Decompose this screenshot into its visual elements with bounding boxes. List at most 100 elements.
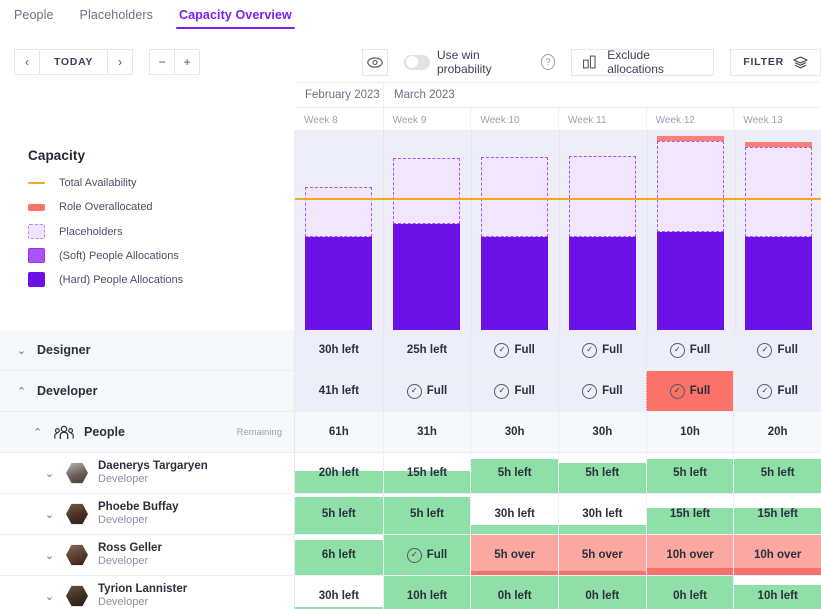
capacity-cell[interactable]: ✓ Full (733, 330, 821, 370)
check-icon: ✓ (406, 383, 422, 399)
cell-value: ✓ Full (494, 383, 535, 399)
remaining-cell[interactable]: 30h (558, 412, 646, 452)
chart-bar[interactable] (569, 130, 636, 330)
allocation-cell[interactable]: ✓ Full (382, 535, 471, 575)
people-group-row[interactable]: ⌃ People Remaining (0, 412, 294, 453)
total-availability-line (295, 198, 821, 201)
layers-icon (793, 55, 808, 68)
remaining-cell[interactable]: 61h (295, 412, 383, 452)
people-group-cells: 61h 31h 30h 30h 10h 20h (295, 412, 821, 453)
allocation-cell[interactable]: 5h left (733, 453, 821, 493)
allocation-cell[interactable]: 10h left (382, 576, 471, 609)
zoom-out-button[interactable]: − (149, 49, 176, 75)
allocation-cell[interactable]: 15h left (645, 494, 734, 534)
capacity-cell[interactable]: 41h left (295, 371, 383, 411)
cell-value: 61h (328, 426, 349, 438)
cell-overallocated-line (734, 568, 821, 575)
capacity-grid: 30h left 25h left ✓ Full ✓ Full ✓ Full ✓ Full 41h … (295, 330, 821, 609)
person-name-block: Ross Geller Developer (98, 541, 162, 569)
person-row[interactable]: ⌄ Phoebe Buffay Developer (0, 494, 294, 535)
allocation-cell[interactable]: 0h left (470, 576, 558, 609)
main-tabs: People Placeholders Capacity Overview (0, 0, 821, 40)
allocation-cell[interactable]: 0h left (645, 576, 734, 609)
cell-value: 15h left (406, 467, 448, 479)
cell-fill-hard (559, 525, 646, 534)
allocation-cell[interactable]: 5h left (295, 494, 383, 534)
remaining-cell[interactable]: 20h (733, 412, 821, 452)
help-icon[interactable]: ? (540, 54, 556, 70)
prev-period-button[interactable]: ‹ (14, 49, 40, 75)
month-february: February 2023 (305, 89, 380, 101)
filter-label: FILTER (743, 56, 784, 68)
check-icon: ✓ (582, 383, 598, 399)
capacity-cell[interactable]: ✓ Full (470, 371, 558, 411)
allocation-cell[interactable]: 10h left (733, 576, 821, 609)
remaining-cell[interactable]: 10h (645, 412, 734, 452)
person-expand-chevron-icon[interactable]: ⌄ (42, 508, 57, 521)
allocation-cell[interactable]: 10h over (733, 535, 821, 575)
person-expand-chevron-icon[interactable]: ⌄ (42, 467, 57, 480)
person-expand-chevron-icon[interactable]: ⌄ (42, 549, 57, 562)
allocation-cell[interactable]: 5h left (382, 494, 471, 534)
allocation-cell[interactable]: 5h over (470, 535, 558, 575)
chart-column-separator (471, 130, 472, 330)
allocation-cell[interactable]: 20h left (295, 453, 383, 493)
allocation-cell[interactable]: 15h left (733, 494, 821, 534)
allocation-cell[interactable]: 5h left (470, 453, 558, 493)
person-expand-chevron-icon[interactable]: ⌄ (42, 590, 57, 603)
capacity-cell[interactable]: ✓ Full (558, 371, 646, 411)
tab-placeholders[interactable]: Placeholders (80, 8, 153, 29)
chart-bar[interactable] (481, 130, 548, 330)
timeline-header: February 2023 March 2023 Week 8 Week 9 W… (295, 82, 821, 133)
remaining-cell[interactable]: 31h (382, 412, 471, 452)
toolbar-right-group: Use win probability ? Exclude allocation… (362, 40, 821, 84)
allocation-cell[interactable]: 30h left (295, 576, 383, 609)
chart-bar[interactable] (393, 130, 460, 330)
people-expand-chevron-icon[interactable]: ⌃ (30, 426, 45, 439)
allocation-cell[interactable]: 30h left (470, 494, 558, 534)
win-probability-toggle[interactable] (404, 54, 430, 70)
group-expand-chevron-icon[interactable]: ⌃ (14, 385, 29, 398)
remaining-cell[interactable]: 30h (470, 412, 558, 452)
capacity-cell[interactable]: ✓ Full (645, 330, 734, 370)
allocation-cell[interactable]: 5h over (558, 535, 646, 575)
exclude-allocations-button[interactable]: Exclude allocations (571, 48, 715, 76)
group-expand-chevron-icon[interactable]: ⌄ (14, 344, 29, 357)
next-period-button[interactable]: › (107, 49, 134, 75)
allocation-cell[interactable]: 0h left (558, 576, 646, 609)
person-row[interactable]: ⌄ Ross Geller Developer (0, 535, 294, 576)
person-row[interactable]: ⌄ Tyrion Lannister Developer (0, 576, 294, 609)
capacity-cell[interactable]: ✓ Full (645, 371, 734, 411)
group-row-designer[interactable]: ⌄ Designer (0, 330, 294, 371)
cell-value: ✓ Full (669, 383, 710, 399)
today-button[interactable]: TODAY (39, 49, 109, 75)
allocation-cell[interactable]: 5h left (558, 453, 646, 493)
capacity-cell[interactable]: ✓ Full (382, 371, 471, 411)
soft-allocations-swatch-icon (28, 248, 45, 263)
allocation-cell[interactable]: 30h left (558, 494, 646, 534)
group-row-developer[interactable]: ⌃ Developer (0, 371, 294, 412)
cell-value: 30h left (318, 590, 359, 602)
tab-people[interactable]: People (14, 8, 54, 29)
capacity-cell[interactable]: 30h left (295, 330, 383, 370)
chart-bar[interactable] (657, 130, 724, 330)
capacity-cell[interactable]: ✓ Full (470, 330, 558, 370)
chart-bar[interactable] (305, 130, 372, 330)
zoom-in-button[interactable]: + (174, 49, 201, 75)
capacity-cell[interactable]: ✓ Full (558, 330, 646, 370)
eye-icon[interactable] (362, 48, 389, 76)
capacity-cell[interactable]: ✓ Full (733, 371, 821, 411)
bar-segment-hard (393, 223, 460, 330)
filter-button[interactable]: FILTER (730, 48, 821, 76)
allocation-cell[interactable]: 10h over (645, 535, 734, 575)
chart-bar[interactable] (745, 130, 812, 330)
person-row[interactable]: ⌄ Daenerys Targaryen Developer (0, 453, 294, 494)
allocation-cell[interactable]: 5h left (645, 453, 734, 493)
tab-capacity-overview[interactable]: Capacity Overview (176, 8, 295, 29)
bar-segment-placeholders (745, 147, 812, 237)
allocation-cell[interactable]: 15h left (382, 453, 471, 493)
bar-segment-overallocated (657, 136, 724, 142)
person-name: Daenerys Targaryen (98, 459, 208, 472)
allocation-cell[interactable]: 6h left (295, 535, 383, 575)
capacity-cell[interactable]: 25h left (382, 330, 471, 370)
